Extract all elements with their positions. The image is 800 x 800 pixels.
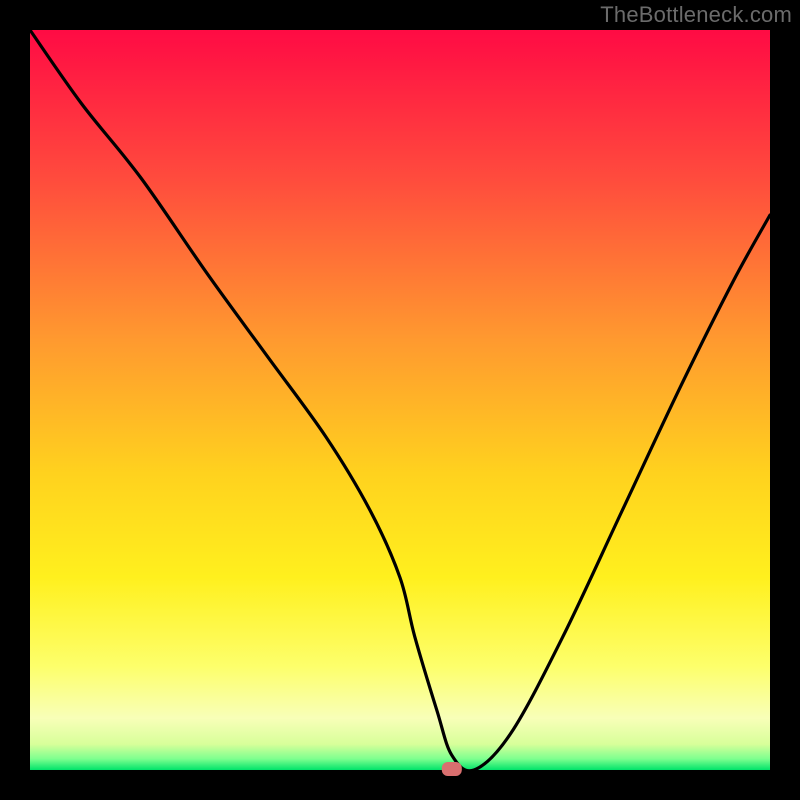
bottleneck-chart xyxy=(0,0,800,800)
plot-background xyxy=(30,30,770,770)
watermark-text: TheBottleneck.com xyxy=(600,2,792,28)
chart-frame: TheBottleneck.com xyxy=(0,0,800,800)
optimal-marker xyxy=(442,762,462,776)
